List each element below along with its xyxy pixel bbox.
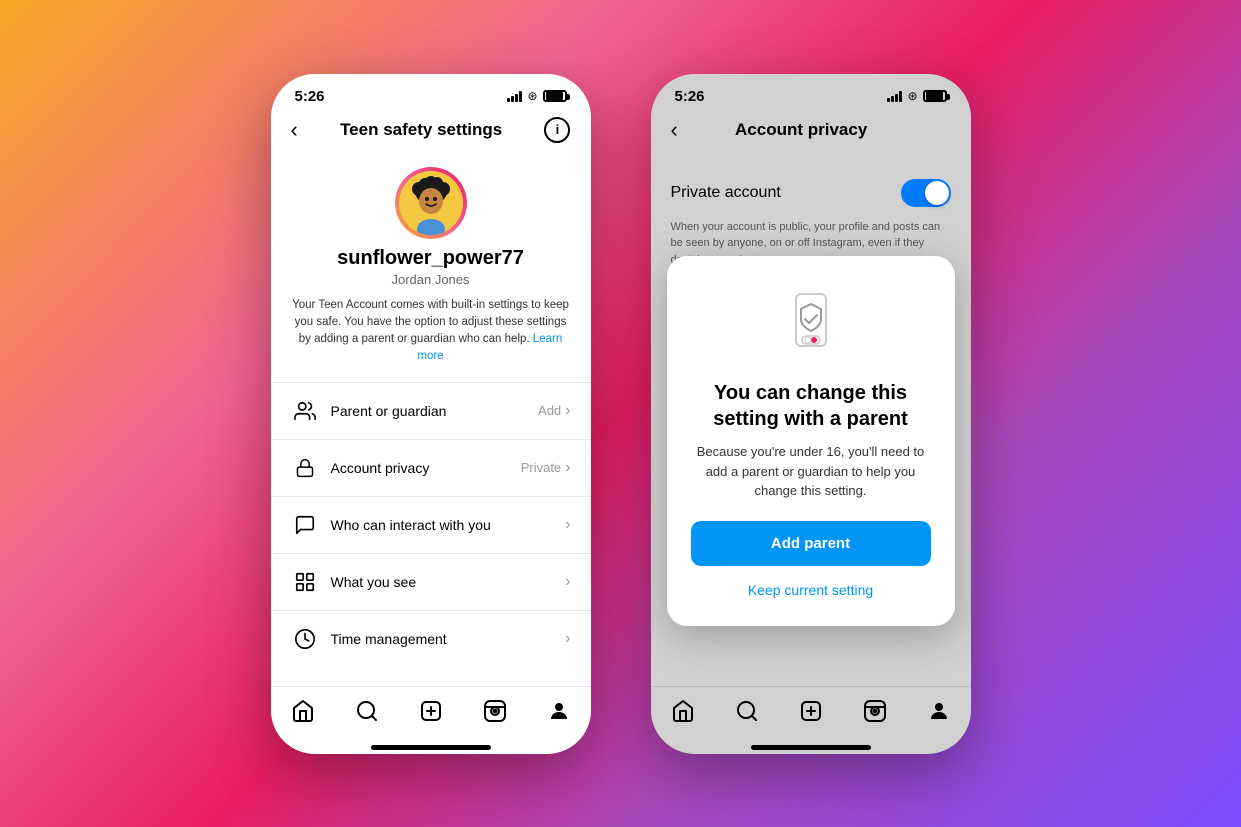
- description-text: Your Teen Account comes with built-in se…: [291, 297, 571, 366]
- settings-right-interact: ›: [565, 516, 570, 534]
- avatar-inner: [399, 171, 463, 235]
- nav-header-left: ‹ Teen safety settings i: [271, 109, 591, 155]
- status-icons-right: ⊛: [887, 89, 946, 103]
- page-title-left: Teen safety settings: [340, 120, 502, 140]
- privacy-toggle-row: Private account: [671, 167, 951, 219]
- clock-icon: [291, 625, 319, 653]
- nav-profile-left[interactable]: [543, 697, 575, 725]
- avatar-section: sunflower_power77 Jordan Jones Your Teen…: [271, 155, 591, 382]
- chevron-icon-time: ›: [565, 630, 570, 648]
- chevron-icon-parent: ›: [565, 402, 570, 420]
- modal-title: You can change this setting with a paren…: [691, 380, 931, 432]
- info-button-left[interactable]: i: [544, 117, 570, 143]
- signal-icon-right: [887, 90, 902, 102]
- private-account-toggle[interactable]: [901, 179, 951, 207]
- nav-add-left[interactable]: [415, 697, 447, 725]
- nav-reels-right[interactable]: [859, 697, 891, 725]
- nav-profile-right[interactable]: [923, 697, 955, 725]
- right-phone: 5:26 ⊛ ‹ Account privacy Private account…: [651, 74, 971, 754]
- nav-search-left[interactable]: [351, 697, 383, 725]
- add-parent-button[interactable]: Add parent: [691, 521, 931, 566]
- lock-icon: [291, 454, 319, 482]
- phone-shield-icon: [771, 284, 851, 364]
- modal-description: Because you're under 16, you'll need to …: [691, 442, 931, 501]
- settings-label-time: Time management: [331, 631, 566, 647]
- modal-icon: [771, 284, 851, 364]
- page-title-right: Account privacy: [735, 120, 867, 140]
- settings-item-interact[interactable]: Who can interact with you ›: [271, 496, 591, 553]
- nav-header-right: ‹ Account privacy: [651, 109, 971, 155]
- modal-overlay: You can change this setting with a paren…: [651, 246, 971, 636]
- back-button-right[interactable]: ‹: [671, 117, 678, 143]
- chevron-icon-privacy: ›: [565, 459, 570, 477]
- nav-search-right[interactable]: [731, 697, 763, 725]
- avatar-ring: [395, 167, 467, 239]
- settings-item-time[interactable]: Time management ›: [271, 610, 591, 667]
- username: sunflower_power77: [337, 247, 524, 270]
- settings-item-see[interactable]: What you see ›: [271, 553, 591, 610]
- left-phone: 5:26 ⊛ ‹ Teen safety settings i: [271, 74, 591, 754]
- status-time-right: 5:26: [675, 88, 705, 105]
- home-indicator-left: [371, 745, 491, 750]
- bottom-nav-left: [271, 686, 591, 745]
- toggle-label: Private account: [671, 184, 781, 202]
- settings-item-privacy[interactable]: Account privacy Private ›: [271, 439, 591, 496]
- home-indicator-right: [751, 745, 871, 750]
- settings-right-time: ›: [565, 630, 570, 648]
- status-time-left: 5:26: [295, 88, 325, 105]
- battery-icon: [543, 90, 567, 102]
- settings-list: Parent or guardian Add › Account privacy…: [271, 382, 591, 667]
- wifi-icon: ⊛: [527, 89, 537, 103]
- nav-home-right[interactable]: [667, 697, 699, 725]
- status-bar-left: 5:26 ⊛: [271, 74, 591, 109]
- privacy-content: Private account When your account is pub…: [651, 155, 971, 686]
- settings-label-interact: Who can interact with you: [331, 517, 566, 533]
- nav-add-right[interactable]: [795, 697, 827, 725]
- bottom-nav-right: [651, 686, 971, 745]
- modal-card: You can change this setting with a paren…: [667, 256, 955, 626]
- chevron-icon-interact: ›: [565, 516, 570, 534]
- settings-right-see: ›: [565, 573, 570, 591]
- real-name: Jordan Jones: [391, 272, 469, 287]
- wifi-icon-right: ⊛: [907, 89, 917, 103]
- avatar-image: [399, 171, 463, 235]
- phone-content-left: sunflower_power77 Jordan Jones Your Teen…: [271, 155, 591, 686]
- back-button-left[interactable]: ‹: [291, 117, 298, 143]
- keep-current-button[interactable]: Keep current setting: [744, 578, 877, 602]
- settings-right-parent: Add ›: [538, 402, 570, 420]
- settings-label-see: What you see: [331, 574, 566, 590]
- chevron-icon-see: ›: [565, 573, 570, 591]
- chat-icon: [291, 511, 319, 539]
- status-bar-right: 5:26 ⊛: [651, 74, 971, 109]
- signal-icon: [507, 90, 522, 102]
- nav-home-left[interactable]: [287, 697, 319, 725]
- nav-reels-left[interactable]: [479, 697, 511, 725]
- grid-icon: [291, 568, 319, 596]
- settings-label-privacy: Account privacy: [331, 460, 521, 476]
- battery-icon-right: [923, 90, 947, 102]
- settings-right-privacy: Private ›: [521, 459, 571, 477]
- settings-item-parent[interactable]: Parent or guardian Add ›: [271, 382, 591, 439]
- status-icons-left: ⊛: [507, 89, 566, 103]
- settings-label-parent: Parent or guardian: [331, 403, 539, 419]
- parent-icon: [291, 397, 319, 425]
